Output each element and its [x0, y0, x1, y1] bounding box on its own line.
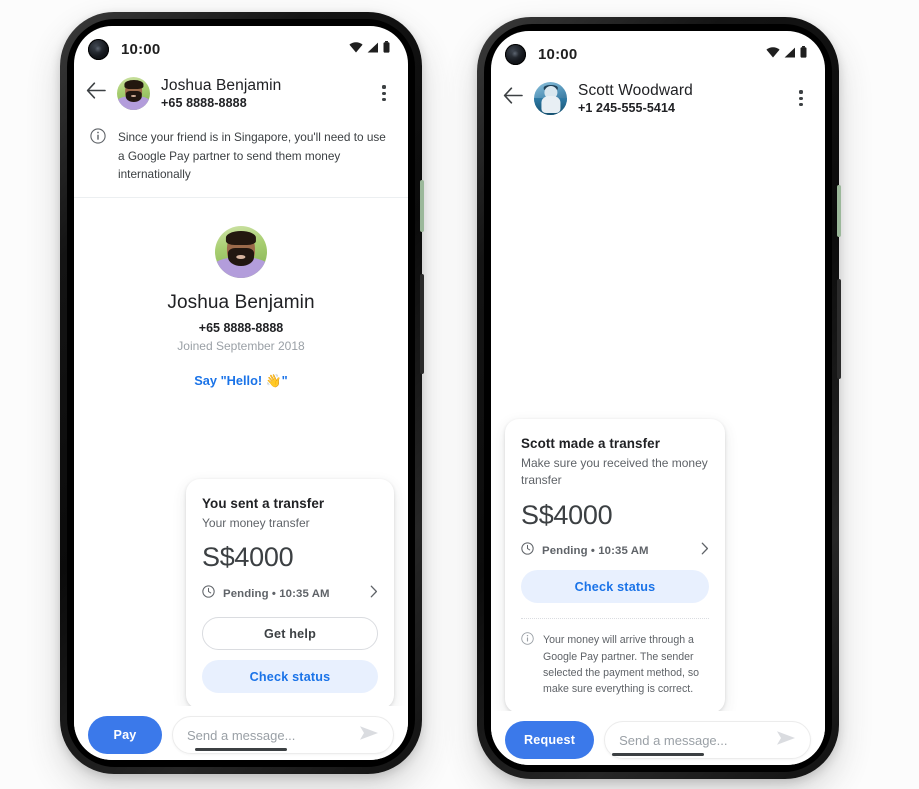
- app-bar: Scott Woodward +1 245-555-5414: [491, 77, 825, 127]
- profile-joined-date: Joined September 2018: [177, 339, 305, 354]
- profile-hero: Joshua Benjamin +65 8888-8888 Joined Sep…: [74, 198, 408, 389]
- screenshot-stage: 10:00 Joshua Benjamin +65 8888-8888 Sinc…: [0, 0, 919, 789]
- info-icon: [90, 128, 106, 183]
- contact-phone: +1 245-555-5414: [578, 101, 676, 116]
- contact-name: Joshua Benjamin: [161, 77, 282, 94]
- info-banner-text: Since your friend is in Singapore, you'l…: [118, 130, 386, 181]
- back-arrow-icon[interactable]: [86, 82, 106, 104]
- contact-info[interactable]: Scott Woodward +1 245-555-5414: [578, 81, 780, 115]
- chevron-right-icon[interactable]: [701, 542, 709, 560]
- wifi-icon: [349, 40, 363, 58]
- front-camera-punchhole: [88, 38, 109, 60]
- status-bar: 10:00: [74, 26, 408, 72]
- card-amount: S$4000: [521, 499, 613, 530]
- card-subtitle: Make sure you received the money transfe…: [521, 456, 708, 488]
- phone-screen-receiver: 10:00 Scott Woodward +1 245-555-5414 Sco…: [491, 31, 825, 765]
- card-note: Your money will arrive through a Google …: [521, 632, 709, 696]
- check-status-button[interactable]: Check status: [202, 660, 378, 694]
- transfer-card-sent[interactable]: You sent a transfer Your money transfer …: [186, 479, 394, 710]
- transfer-card-received[interactable]: Scott made a transfer Make sure you rece…: [505, 419, 725, 713]
- contact-avatar[interactable]: [534, 81, 567, 115]
- message-placeholder: Send a message...: [187, 727, 296, 743]
- contact-avatar[interactable]: [117, 76, 150, 110]
- profile-name: Joshua Benjamin: [167, 292, 315, 314]
- card-title: Scott made a transfer: [521, 436, 661, 451]
- signal-icon: [784, 45, 796, 63]
- card-divider: [521, 618, 709, 620]
- front-camera-punchhole: [505, 43, 526, 65]
- phone-device-receiver: 10:00 Scott Woodward +1 245-555-5414 Sco…: [477, 17, 841, 779]
- card-status-text: Pending • 10:35 AM: [542, 545, 649, 558]
- home-indicator: [612, 752, 704, 756]
- power-button[interactable]: [837, 185, 841, 237]
- card-subtitle: Your money transfer: [202, 516, 310, 530]
- home-indicator: [195, 747, 287, 751]
- contact-phone: +65 8888-8888: [161, 96, 247, 111]
- chevron-right-icon[interactable]: [370, 585, 378, 603]
- phone-screen-sender: 10:00 Joshua Benjamin +65 8888-8888 Sinc…: [74, 26, 408, 760]
- card-title: You sent a transfer: [202, 496, 325, 511]
- bottom-bar: Pay Send a message...: [74, 706, 408, 760]
- get-help-button[interactable]: Get help: [202, 617, 378, 651]
- phone-device-sender: 10:00 Joshua Benjamin +65 8888-8888 Sinc…: [60, 12, 424, 774]
- card-amount: S$4000: [202, 542, 294, 573]
- profile-avatar[interactable]: [215, 226, 267, 279]
- status-bar-clock: 10:00: [121, 40, 161, 58]
- clock-icon: [202, 585, 215, 603]
- check-status-button[interactable]: Check status: [521, 570, 709, 604]
- card-note-text: Your money will arrive through a Google …: [543, 634, 700, 695]
- send-icon[interactable]: [359, 725, 379, 746]
- info-banner: Since your friend is in Singapore, you'l…: [74, 122, 408, 199]
- clock-icon: [521, 542, 534, 560]
- card-status-text: Pending • 10:35 AM: [223, 588, 330, 601]
- wifi-icon: [766, 45, 780, 63]
- volume-rocker[interactable]: [837, 279, 841, 379]
- volume-rocker[interactable]: [420, 274, 424, 374]
- app-bar: Joshua Benjamin +65 8888-8888: [74, 72, 408, 122]
- battery-icon: [800, 45, 807, 63]
- back-arrow-icon[interactable]: [503, 87, 523, 109]
- status-bar-icons: [766, 45, 807, 63]
- more-options-icon[interactable]: [791, 86, 811, 110]
- card-status-row[interactable]: Pending • 10:35 AM: [202, 585, 378, 603]
- card-status-row[interactable]: Pending • 10:35 AM: [521, 542, 709, 560]
- request-button[interactable]: Request: [505, 721, 595, 759]
- info-icon: [521, 632, 534, 696]
- more-options-icon[interactable]: [374, 81, 394, 105]
- battery-icon: [383, 40, 390, 58]
- power-button[interactable]: [420, 180, 424, 232]
- status-bar-icons: [349, 40, 390, 58]
- bottom-bar: Request Send a message...: [491, 711, 825, 765]
- message-placeholder: Send a message...: [619, 732, 728, 748]
- status-bar: 10:00: [491, 31, 825, 77]
- profile-phone: +65 8888-8888: [198, 321, 284, 336]
- pay-button[interactable]: Pay: [88, 716, 162, 754]
- contact-info[interactable]: Joshua Benjamin +65 8888-8888: [161, 76, 363, 110]
- status-bar-clock: 10:00: [538, 45, 578, 63]
- signal-icon: [367, 40, 379, 58]
- send-icon[interactable]: [776, 730, 796, 751]
- contact-name: Scott Woodward: [578, 82, 693, 99]
- say-hello-suggestion[interactable]: Say "Hello! 👋": [74, 373, 408, 389]
